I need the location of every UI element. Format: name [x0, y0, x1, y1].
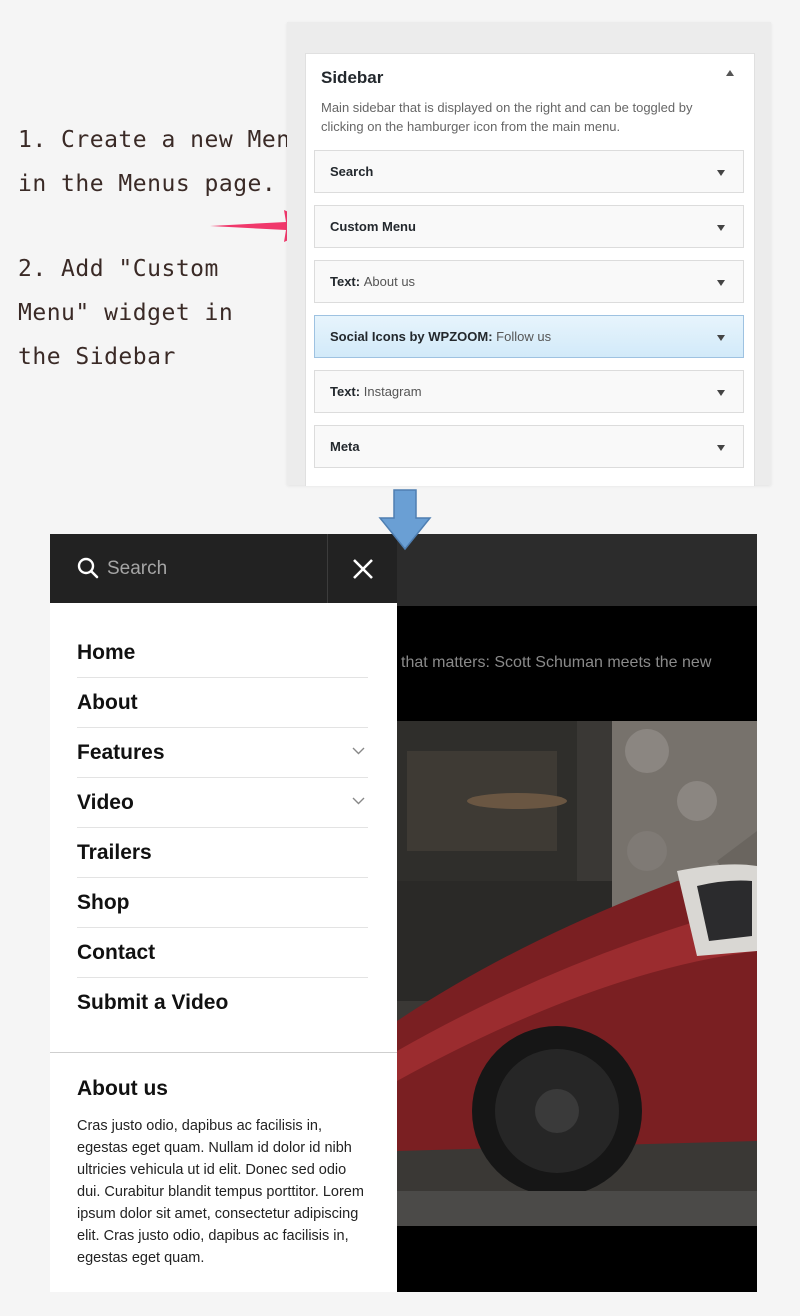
widget-text-about[interactable]: Text: About us	[314, 260, 744, 303]
chevron-down-icon[interactable]	[352, 797, 365, 805]
menu-label: Trailers	[77, 841, 152, 864]
search-input[interactable]	[105, 553, 319, 585]
close-icon[interactable]	[350, 556, 376, 582]
menu-label: Submit a Video	[77, 991, 229, 1014]
expand-caret-icon[interactable]	[717, 445, 725, 451]
widget-name: Text:	[330, 384, 361, 399]
widget-subtitle: Follow us	[496, 329, 552, 344]
sidebar-description: Main sidebar that is displayed on the ri…	[321, 100, 693, 134]
site-header	[397, 534, 757, 606]
expand-caret-icon[interactable]	[717, 225, 725, 231]
menu-label: Home	[77, 641, 136, 664]
expand-caret-icon[interactable]	[717, 335, 725, 341]
featured-image[interactable]	[397, 721, 757, 1226]
chevron-down-icon[interactable]	[352, 747, 365, 755]
custom-menu: Home About Features Video Trailers Shop …	[77, 628, 368, 1027]
site-preview: that matters: Scott Schuman meets the ne…	[50, 534, 757, 1292]
header-divider	[327, 534, 328, 603]
widget-custom-menu[interactable]: Custom Menu	[314, 205, 744, 248]
sidebar-title[interactable]: Sidebar	[321, 68, 383, 88]
menu-item-contact[interactable]: Contact	[77, 928, 368, 978]
widget-meta[interactable]: Meta	[314, 425, 744, 468]
widget-name: Custom Menu	[330, 219, 416, 234]
instruction-step-2: 2. Add "Custom Menu" widget in the Sideb…	[18, 256, 234, 370]
menu-label: Video	[77, 791, 134, 814]
down-arrow-icon	[378, 489, 432, 551]
menu-item-home[interactable]: Home	[77, 628, 368, 678]
menu-label: Shop	[77, 891, 130, 914]
header-band	[397, 606, 757, 641]
menu-item-video[interactable]: Video	[77, 778, 368, 828]
widget-name: Meta	[330, 439, 360, 454]
expand-caret-icon[interactable]	[717, 170, 725, 176]
widget-area-panel: Sidebar Main sidebar that is displayed o…	[287, 22, 771, 486]
widget-search[interactable]: Search	[314, 150, 744, 193]
expand-caret-icon[interactable]	[717, 390, 725, 396]
instruction-step-1: 1. Create a new Menu in the Menus page.	[18, 127, 305, 197]
menu-item-features[interactable]: Features	[77, 728, 368, 778]
widget-name: Text:	[330, 274, 361, 289]
about-widget-title: About us	[77, 1077, 168, 1100]
search-icon[interactable]	[77, 557, 99, 579]
drawer-search-bar	[50, 534, 397, 603]
widget-subtitle: Instagram	[363, 384, 422, 399]
menu-label: Features	[77, 741, 165, 764]
menu-item-submit-video[interactable]: Submit a Video	[77, 978, 368, 1027]
widget-social-icons[interactable]: Social Icons by WPZOOM: Follow us	[314, 315, 744, 358]
sidebar-drawer: Home About Features Video Trailers Shop …	[50, 534, 397, 1292]
widget-name: Search	[330, 164, 374, 179]
sidebar-widget-area: Sidebar Main sidebar that is displayed o…	[305, 53, 755, 486]
about-widget-text: Cras justo odio, dapibus ac facilisis in…	[77, 1118, 364, 1266]
menu-label: Contact	[77, 941, 156, 964]
section-divider	[50, 1052, 397, 1053]
widget-name: Social Icons by WPZOOM:	[330, 329, 493, 344]
expand-caret-icon[interactable]	[717, 280, 725, 286]
menu-item-about[interactable]: About	[77, 678, 368, 728]
post-headline[interactable]: that matters: Scott Schuman meets the ne…	[401, 654, 711, 672]
widget-text-instagram[interactable]: Text: Instagram	[314, 370, 744, 413]
menu-item-trailers[interactable]: Trailers	[77, 828, 368, 878]
menu-label: About	[77, 691, 138, 714]
collapse-arrow-icon[interactable]	[726, 70, 734, 76]
widget-subtitle: About us	[363, 274, 416, 289]
page-content: that matters: Scott Schuman meets the ne…	[397, 534, 757, 1292]
menu-item-shop[interactable]: Shop	[77, 878, 368, 928]
